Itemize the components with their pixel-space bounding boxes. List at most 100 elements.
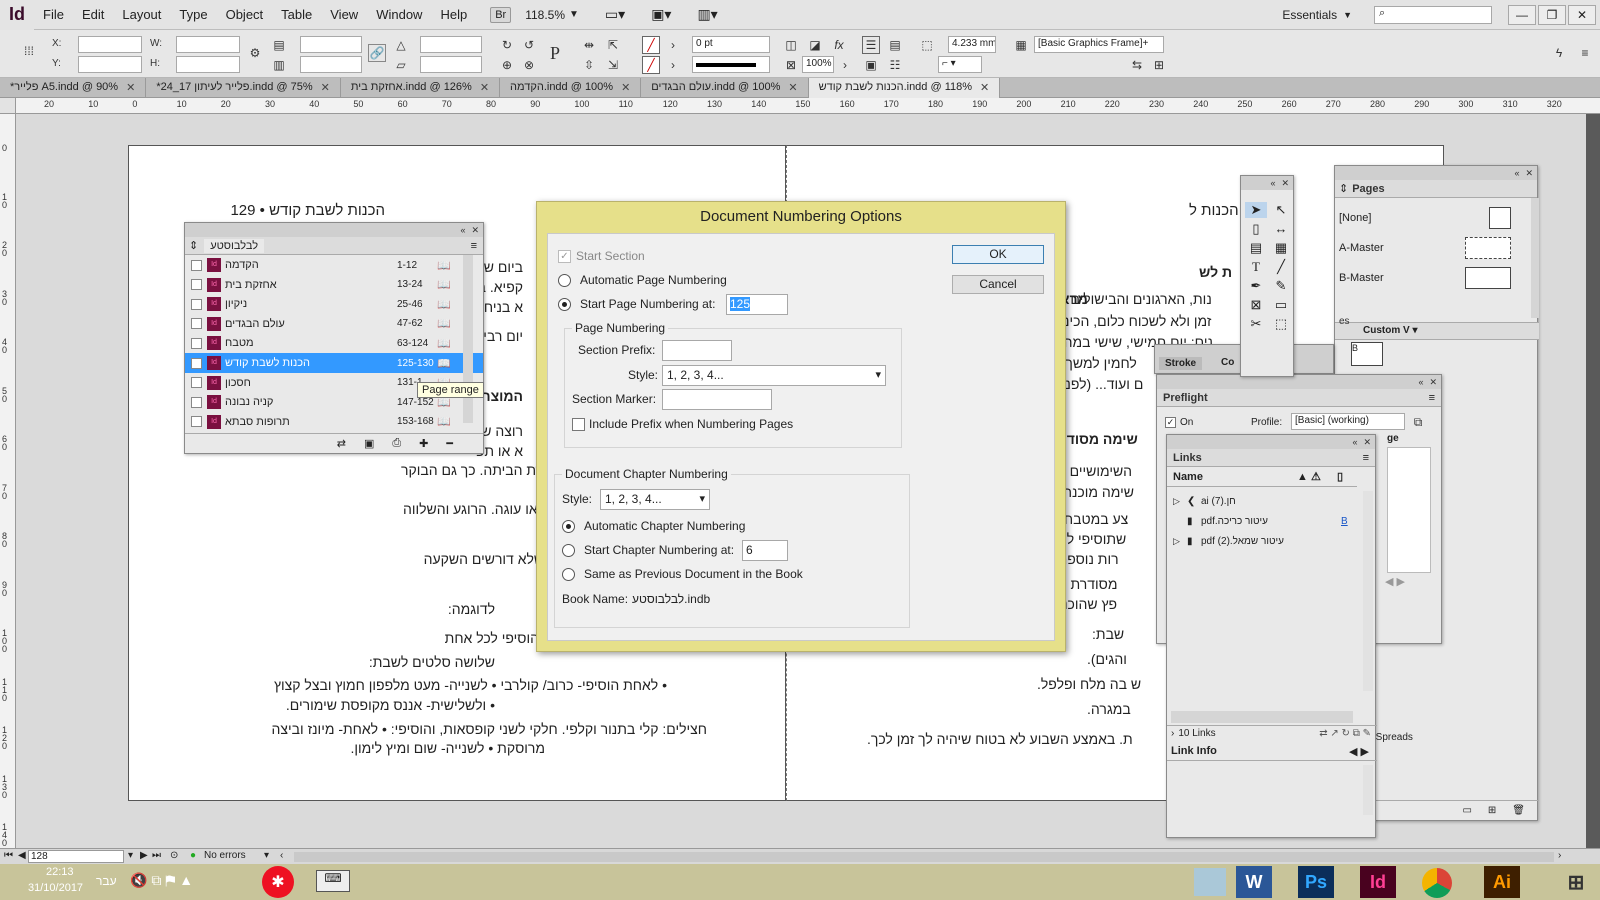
w-field[interactable]	[176, 36, 240, 53]
line-tool-icon[interactable]: ╱	[1270, 259, 1292, 275]
search-input[interactable]: ⌕	[1374, 5, 1492, 24]
rectangle-frame-tool-icon[interactable]: ⊠	[1245, 297, 1267, 313]
visibility-checkbox[interactable]	[191, 279, 202, 291]
book-document-row[interactable]: Id 13-24 📖 אחזקת בית	[185, 275, 483, 295]
drop-shadow-icon[interactable]: ◫	[782, 36, 800, 54]
corner-shape-select[interactable]: ⌐ ▾	[938, 56, 982, 73]
include-prefix-checkbox[interactable]	[572, 418, 585, 431]
on-checkbox[interactable]: ✓	[1165, 417, 1176, 428]
stroke-type-select[interactable]	[692, 56, 770, 73]
align-left-icon[interactable]: ☰	[862, 36, 880, 54]
zoom-chevron-icon[interactable]: ▼	[569, 9, 579, 20]
page-tool-icon[interactable]: ▯	[1245, 221, 1267, 237]
previous-page-icon[interactable]: ◀	[18, 850, 26, 861]
panel-header[interactable]: «✕	[1167, 435, 1375, 449]
screen-mode-icon[interactable]: ▣▾	[651, 6, 671, 23]
expand-icon[interactable]: ▷	[1173, 496, 1180, 507]
content-placer-icon[interactable]: ▦	[1270, 240, 1292, 256]
menu-layout[interactable]: Layout	[113, 7, 170, 22]
errors-status[interactable]: No errors	[204, 850, 246, 861]
menu-edit[interactable]: Edit	[73, 7, 113, 22]
scrollbar[interactable]	[1363, 765, 1373, 815]
errors-dropdown-icon[interactable]: ▾	[264, 850, 269, 861]
warning-column-icon[interactable]: ⚠	[1311, 469, 1321, 485]
save-book-icon[interactable]: ▣	[364, 437, 374, 450]
rotate-cw-icon[interactable]: ↻	[498, 36, 516, 54]
collapse-icon[interactable]: «	[1352, 437, 1357, 447]
rotate-ccw-icon[interactable]: ↺	[520, 36, 538, 54]
app-icon[interactable]: ✱	[262, 866, 294, 898]
close-icon[interactable]: ✕	[1429, 377, 1437, 388]
view-options-icon[interactable]: ▭▾	[605, 6, 625, 23]
zoom-level[interactable]: 118.5%	[525, 8, 565, 22]
align-right-icon[interactable]: ☷	[886, 56, 904, 74]
workspace-switcher[interactable]: Essentials	[1282, 8, 1337, 22]
close-icon[interactable]: ✕	[471, 225, 479, 236]
tab-home-maintenance[interactable]: אחזקת בית.indd @ 126% ✕	[341, 78, 501, 98]
file-explorer-icon[interactable]	[1194, 868, 1226, 896]
print-icon[interactable]: ⎙	[392, 437, 401, 450]
link-row[interactable]: ▮ עיטור כריכה.pdf B	[1167, 511, 1357, 531]
x-field[interactable]	[78, 36, 142, 53]
pen-tool-icon[interactable]: ✒	[1245, 278, 1267, 294]
word-app-icon[interactable]: W	[1236, 866, 1272, 898]
page-thumbnail[interactable]	[1465, 267, 1511, 289]
collapse-icon[interactable]: «	[1514, 168, 1519, 178]
scrollbar[interactable]	[1531, 198, 1539, 318]
illustrator-app-icon[interactable]: Ai	[1484, 866, 1520, 898]
remove-document-icon[interactable]: ━	[446, 437, 453, 450]
preflight-tab[interactable]: Preflight	[1163, 392, 1208, 404]
profile-options-icon[interactable]: ⧉	[1409, 413, 1427, 431]
section-prefix-field[interactable]	[662, 340, 732, 361]
type-tool-icon[interactable]: T	[1245, 259, 1267, 275]
page-dropdown-icon[interactable]: ▾	[128, 850, 133, 861]
page-link[interactable]: B	[1341, 516, 1348, 527]
scrollbar[interactable]	[1363, 491, 1373, 691]
menu-object[interactable]: Object	[217, 7, 273, 22]
panel-menu-icon[interactable]: ≡	[471, 240, 477, 252]
start-chapter-numbering-radio[interactable]	[562, 544, 575, 557]
next-page-icon[interactable]: ▶	[140, 850, 148, 861]
pencil-tool-icon[interactable]: ✎	[1270, 278, 1292, 294]
scroll-left-icon[interactable]: ‹	[280, 850, 283, 861]
color-tab[interactable]: Co	[1221, 357, 1234, 368]
book-title[interactable]: לבלבוסטע	[204, 238, 265, 253]
menu-window[interactable]: Window	[367, 7, 431, 22]
visibility-checkbox[interactable]	[191, 337, 202, 349]
book-document-row[interactable]: Id 153-168 📖 תרופות סבתא	[185, 412, 483, 431]
workspace-chevron-icon[interactable]: ▼	[1343, 10, 1352, 20]
master-b[interactable]: B-Master	[1335, 266, 1537, 290]
page-size-icon[interactable]: ▭	[1462, 805, 1471, 816]
expand-icon[interactable]: ▷	[1173, 536, 1180, 547]
last-page-icon[interactable]: ⏭	[152, 850, 161, 861]
profile-select[interactable]: [Basic] (working)	[1291, 413, 1405, 430]
link-row[interactable]: ▷ ▮ עיטור שמאל.pdf (2)	[1167, 531, 1357, 551]
visibility-checkbox[interactable]	[191, 298, 202, 310]
vertical-ruler[interactable]: 0 1 0 2 0 3 0 4 0 5 0 6 0 7 0 8 0 9 0 1 0 0 1 1 0 1 …	[0, 114, 16, 848]
menu-view[interactable]: View	[321, 7, 367, 22]
chrome-app-icon[interactable]	[1422, 868, 1452, 898]
tab-intro[interactable]: הקדמה.indd @ 100% ✕	[500, 78, 642, 98]
add-document-icon[interactable]: ✚	[419, 437, 428, 450]
page-thumbnail[interactable]: B	[1351, 342, 1383, 366]
close-icon[interactable]: ✕	[1281, 178, 1289, 189]
chapter-style-select[interactable]: 1, 2, 3, 4...	[600, 489, 710, 510]
chevron-updown-icon[interactable]: ⇕	[1339, 182, 1348, 195]
stroke-chevron-icon[interactable]: ›	[664, 56, 682, 74]
tab-shabbat-prep[interactable]: הכנות לשבת קודש.indd @ 118% ✕	[808, 78, 1001, 98]
preflight-on-toggle[interactable]: ✓ On	[1165, 417, 1193, 428]
new-page-icon[interactable]: ⊞	[1488, 805, 1496, 816]
keyboard-icon[interactable]: ⌨	[316, 870, 350, 892]
language-indicator[interactable]: עבר	[96, 874, 117, 888]
name-column-header[interactable]: Name ▲ ⚠ ▯	[1167, 469, 1357, 487]
scale-x-field[interactable]	[300, 36, 362, 53]
delete-page-icon[interactable]: 🗑	[1512, 805, 1525, 816]
effects-icon[interactable]: fx	[830, 36, 848, 54]
close-icon[interactable]: ✕	[980, 81, 989, 98]
tab-flyer-newspaper[interactable]: *24_17 פלייר לעיתון.indd @ 75% ✕	[146, 78, 341, 98]
close-icon[interactable]: ✕	[1525, 168, 1533, 179]
sort-icon[interactable]: ▲	[1297, 469, 1308, 485]
scissors-tool-icon[interactable]: ✂	[1245, 316, 1267, 332]
start-section-checkbox[interactable]: ✓	[558, 250, 571, 263]
stroke-tab[interactable]: Stroke	[1159, 357, 1203, 370]
